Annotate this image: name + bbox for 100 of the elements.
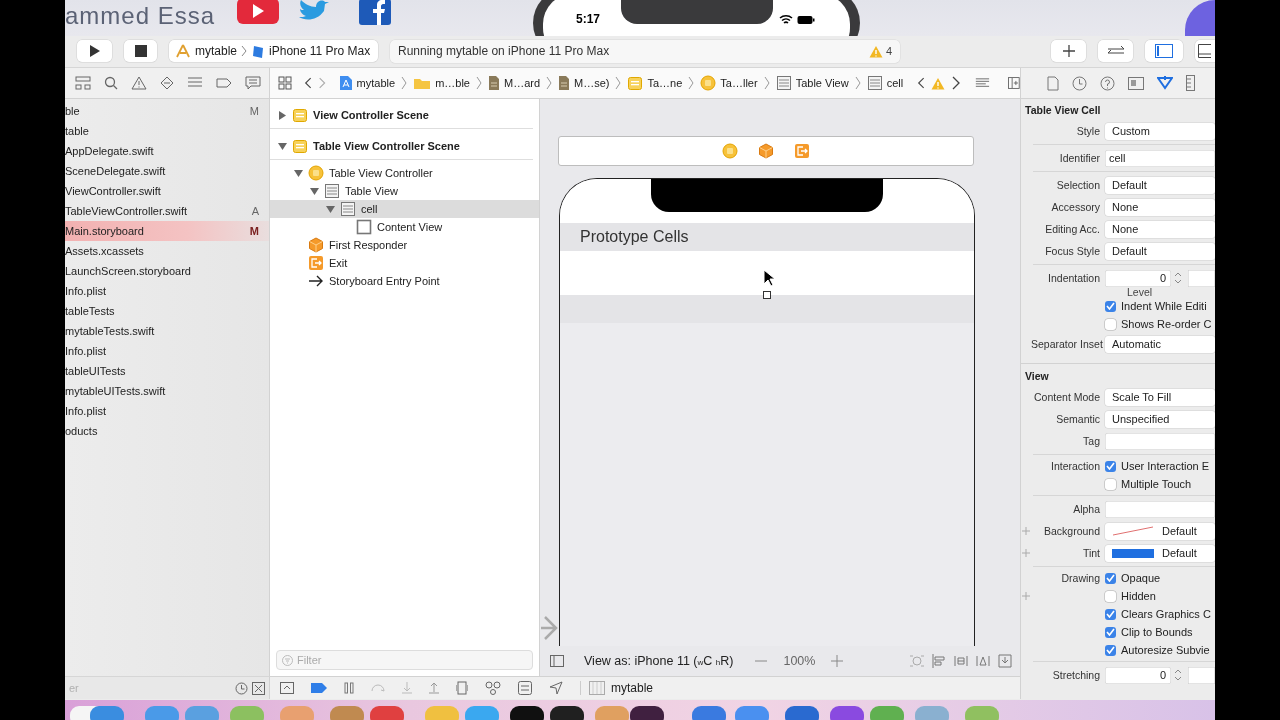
popup-button[interactable]: None: [1105, 198, 1215, 216]
help-icon[interactable]: [1100, 75, 1115, 91]
target-icon[interactable]: [589, 681, 605, 695]
popup-button[interactable]: Unspecified: [1105, 410, 1215, 428]
popup-button[interactable]: Scale To Fill: [1105, 388, 1215, 406]
checkbox[interactable]: [1105, 608, 1116, 620]
outline-row[interactable]: First Responder: [270, 236, 539, 254]
hide-debug-icon[interactable]: [280, 682, 294, 694]
stop-button[interactable]: [124, 40, 157, 63]
comment-icon[interactable]: [245, 76, 261, 90]
tag-icon[interactable]: [216, 77, 232, 89]
document-icon[interactable]: [1047, 75, 1059, 91]
step-out-icon[interactable]: [429, 682, 439, 694]
popup-button[interactable]: Automatic: [1105, 335, 1215, 353]
resize-handle-icon[interactable]: [763, 291, 771, 299]
ruler-icon[interactable]: [1186, 75, 1196, 91]
path-segment[interactable]: cell: [866, 75, 904, 91]
lines-icon[interactable]: [975, 77, 991, 89]
path-segment[interactable]: m…ble: [413, 76, 470, 90]
search-icon[interactable]: [104, 76, 118, 90]
path-segment[interactable]: M…se): [558, 75, 610, 91]
file-row[interactable]: ble M: [65, 101, 269, 121]
disclosure-triangle-icon[interactable]: [278, 110, 287, 120]
file-row[interactable]: Assets.xcassets: [65, 241, 269, 261]
disclosure-triangle-icon[interactable]: [310, 186, 319, 196]
breakpoint-icon[interactable]: [311, 683, 327, 693]
number-field[interactable]: [1188, 666, 1215, 684]
checkbox[interactable]: [1105, 318, 1116, 330]
file-row[interactable]: AppDelegate.swift: [65, 141, 269, 161]
file-row[interactable]: SceneDelegate.swift: [65, 161, 269, 181]
table-cell[interactable]: [560, 251, 974, 295]
library-button[interactable]: [1051, 40, 1086, 63]
checkbox[interactable]: [1105, 572, 1116, 584]
video-play-icon[interactable]: [237, 0, 280, 26]
debug-area-toggle-button[interactable]: [1195, 40, 1215, 63]
path-segment[interactable]: Table View: [775, 75, 849, 91]
checkbox[interactable]: [1105, 626, 1116, 638]
clock-icon[interactable]: [235, 681, 248, 695]
outline-row[interactable]: Table View: [270, 182, 539, 200]
file-row[interactable]: Main.storyboard M: [65, 221, 269, 241]
file-row[interactable]: oducts: [65, 421, 269, 441]
checkbox[interactable]: [1105, 300, 1116, 312]
zoom-in-icon[interactable]: [831, 655, 844, 667]
number-field[interactable]: 0: [1105, 269, 1171, 287]
text-field[interactable]: cell: [1105, 149, 1215, 167]
outline-row[interactable]: Content View: [270, 218, 539, 236]
popup-button[interactable]: Default: [1105, 242, 1215, 260]
f-letter-icon[interactable]: [359, 0, 392, 25]
path-segment[interactable]: Ta…ne: [627, 75, 683, 91]
view-debugger-icon[interactable]: [456, 681, 468, 695]
path-segment[interactable]: Ta…ller: [700, 75, 758, 91]
diamond-icon[interactable]: [160, 76, 174, 90]
path-segment[interactable]: mytable: [338, 75, 396, 91]
resolve-icon[interactable]: [976, 654, 990, 668]
number-field[interactable]: [1188, 269, 1215, 287]
file-row[interactable]: ViewController.swift: [65, 181, 269, 201]
attributes-icon[interactable]: [1157, 75, 1173, 91]
popup-button[interactable]: None: [1105, 220, 1215, 238]
file-row[interactable]: tableTests: [65, 301, 269, 321]
clock-icon[interactable]: [1072, 75, 1087, 91]
add-editor-icon[interactable]: [1008, 76, 1020, 90]
popup-button[interactable]: Custom: [1105, 122, 1215, 140]
list-icon[interactable]: [187, 77, 203, 89]
checkbox[interactable]: [1105, 590, 1116, 602]
outline-row[interactable]: cell: [270, 200, 539, 218]
file-row[interactable]: Info.plist: [65, 401, 269, 421]
color-popup[interactable]: Default: [1105, 544, 1215, 562]
pause-icon[interactable]: [344, 682, 354, 694]
number-field[interactable]: 0: [1105, 666, 1171, 684]
file-row[interactable]: mytableTests.swift: [65, 321, 269, 341]
back-icon[interactable]: [304, 76, 313, 90]
file-row[interactable]: tableUITests: [65, 361, 269, 381]
forward-icon[interactable]: [951, 76, 962, 90]
checkbox[interactable]: [1105, 478, 1116, 490]
embed-icon[interactable]: [998, 654, 1012, 668]
memory-graph-icon[interactable]: [485, 681, 501, 695]
environment-icon[interactable]: [518, 681, 532, 695]
disclosure-triangle-icon[interactable]: [278, 141, 287, 151]
align-icon[interactable]: [932, 654, 946, 668]
checkbox[interactable]: [1105, 460, 1116, 472]
outline-row[interactable]: Storyboard Entry Point: [270, 272, 539, 290]
disclosure-triangle-icon[interactable]: [326, 204, 335, 214]
file-row[interactable]: table: [65, 121, 269, 141]
file-row[interactable]: Info.plist: [65, 281, 269, 301]
run-button[interactable]: [77, 40, 112, 63]
checkbox[interactable]: [1105, 644, 1116, 656]
path-segment[interactable]: M…ard: [487, 75, 541, 91]
outline-row[interactable]: View Controller Scene: [270, 102, 533, 129]
disclosure-triangle-icon[interactable]: [294, 168, 303, 178]
stepper-icon[interactable]: [1174, 668, 1182, 682]
popup-button[interactable]: Default: [1105, 176, 1215, 194]
id-card-icon[interactable]: [1128, 76, 1144, 90]
code-review-button[interactable]: [1098, 40, 1133, 63]
file-row[interactable]: mytableUITests.swift: [65, 381, 269, 401]
stepper-icon[interactable]: [1174, 271, 1182, 285]
color-popup[interactable]: Default: [1105, 522, 1215, 540]
grid-icon[interactable]: [278, 76, 292, 90]
text-field[interactable]: [1105, 500, 1215, 518]
update-frames-icon[interactable]: [910, 654, 924, 668]
file-row[interactable]: TableViewController.swift A: [65, 201, 269, 221]
